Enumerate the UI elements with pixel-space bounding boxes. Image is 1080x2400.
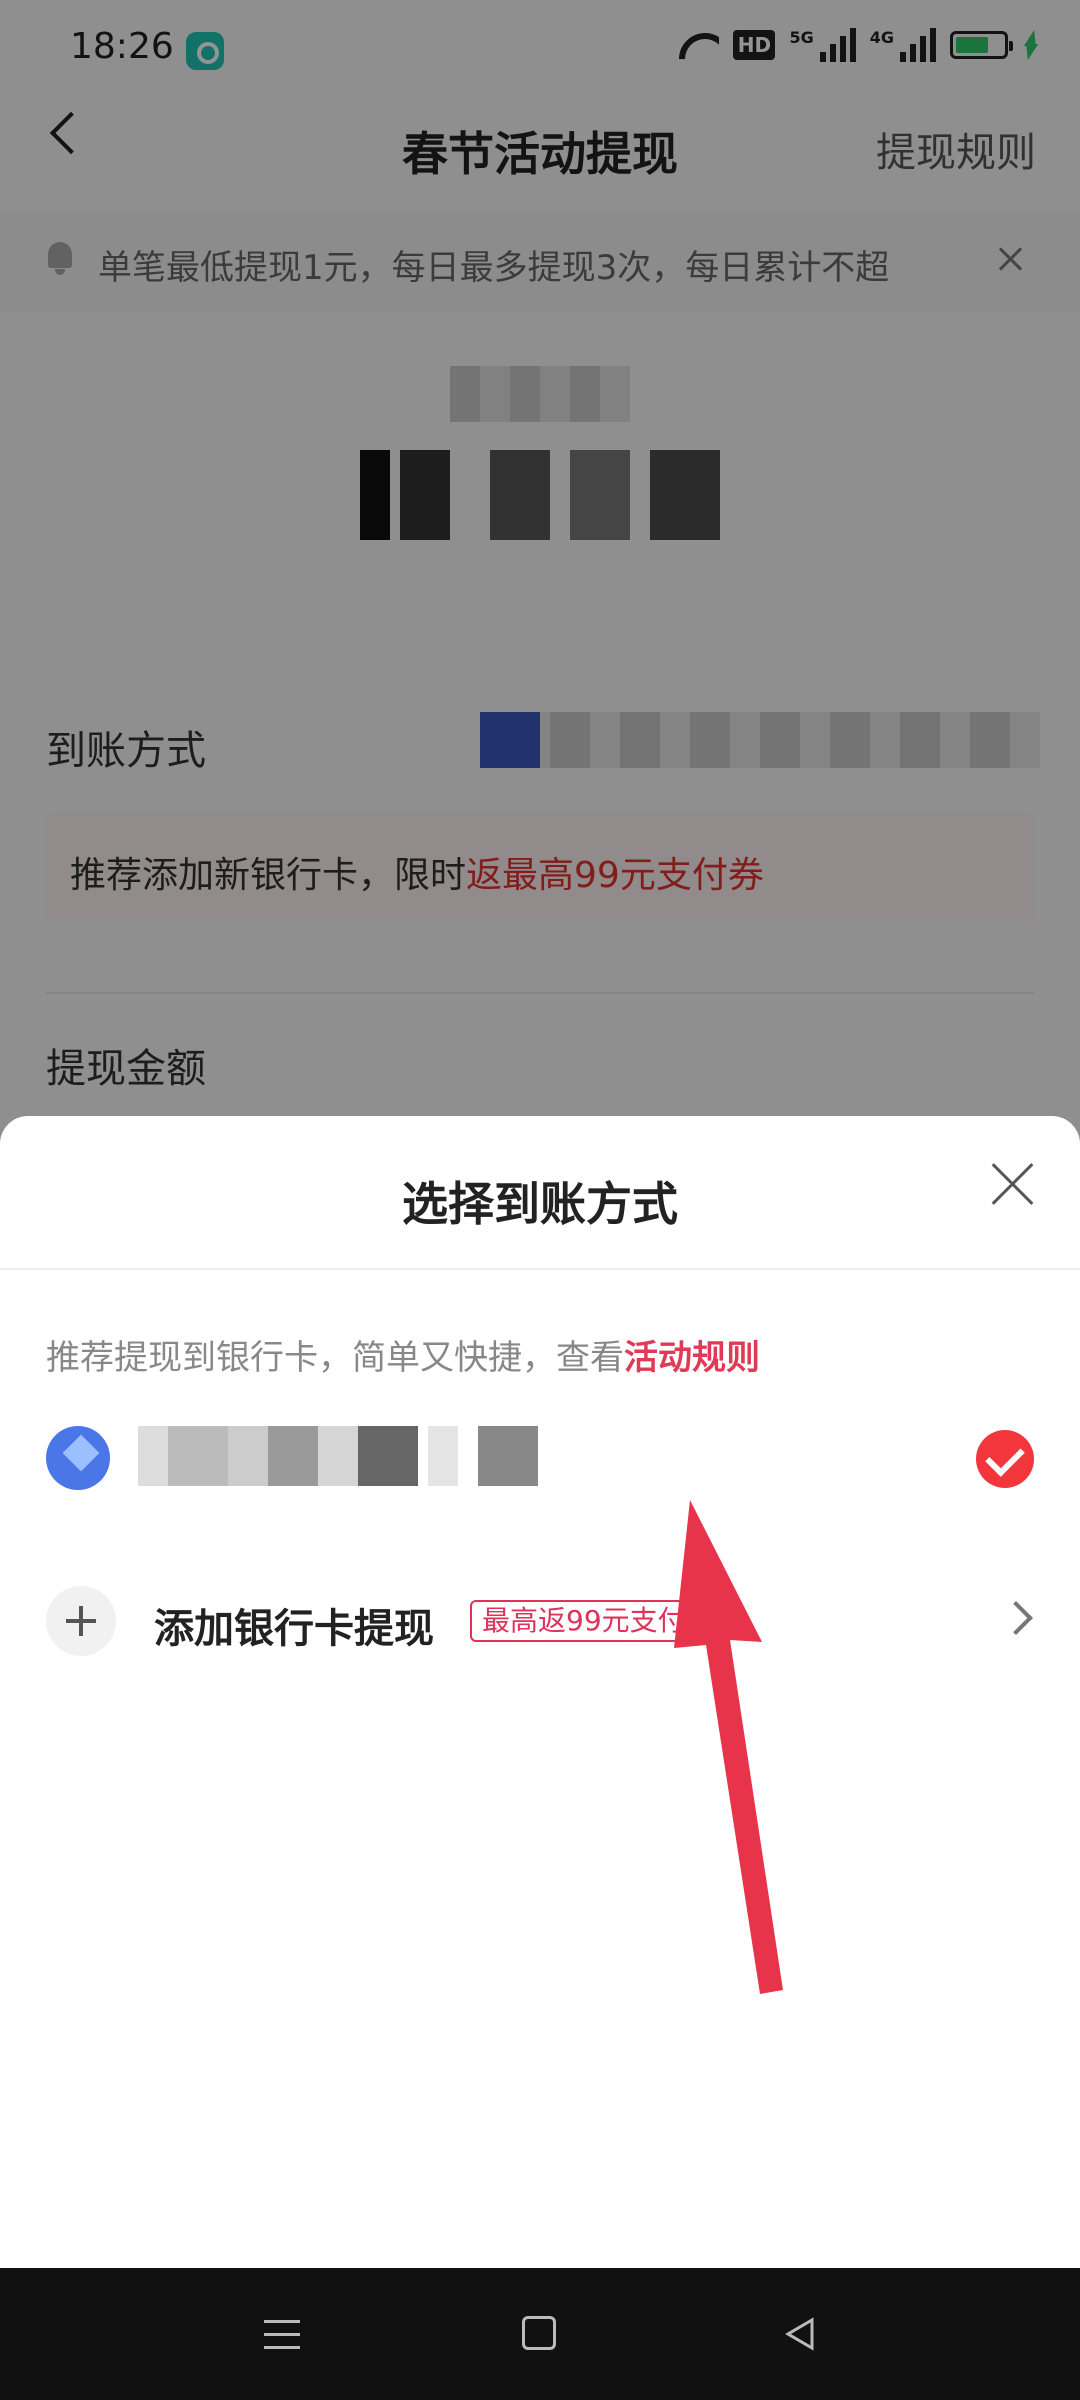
selected-check-icon[interactable] [976,1430,1034,1488]
plus-icon [46,1586,116,1656]
annotation-arrow-shape [674,1500,783,1994]
activity-rules-link[interactable]: 活动规则 [624,1338,760,1378]
bank-logo-icon [46,1426,110,1490]
sheet-hint-text: 推荐提现到银行卡，简单又快捷，查看 [46,1338,624,1378]
select-method-sheet [0,1116,1080,2268]
sheet-title: 选择到账方式 [402,1177,678,1231]
home-icon[interactable] [522,2316,556,2350]
annotation-arrow [674,1500,783,1994]
sheet-hint: 推荐提现到银行卡，简单又快捷，查看活动规则 [46,1330,760,1379]
sheet-divider [0,1268,1080,1270]
add-card-label: 添加银行卡提现 [154,1606,434,1652]
close-sheet-icon[interactable] [990,1160,1036,1206]
menu-icon[interactable] [264,2318,300,2352]
bank-name-pixelated [138,1426,568,1486]
back-triangle-icon[interactable] [782,2316,818,2352]
